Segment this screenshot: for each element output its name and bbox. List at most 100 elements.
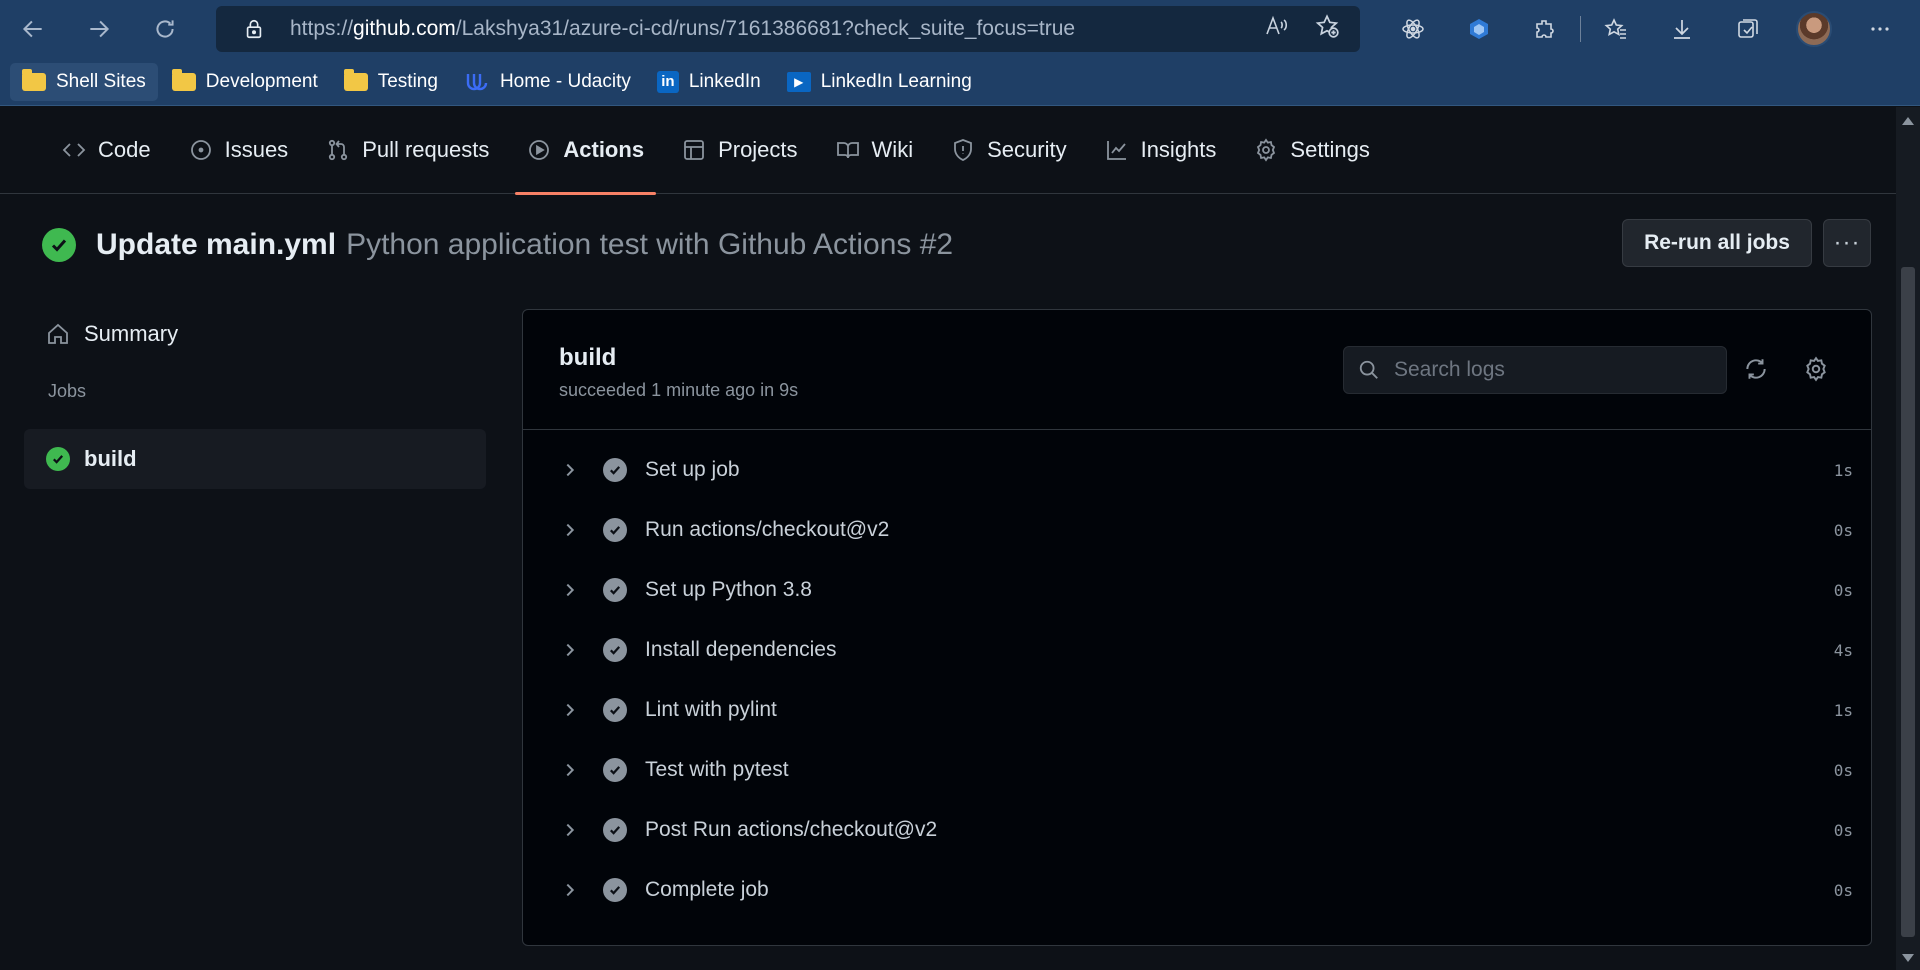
tab-label: Code [98,137,151,162]
step-name: Lint with pylint [645,698,777,721]
bookmark-label: Testing [377,70,438,92]
step-duration: 0s [1833,820,1853,840]
job-item-build[interactable]: build [24,429,486,489]
bookmark-development[interactable]: Development [160,63,330,101]
tab-code[interactable]: Code [50,107,163,194]
step-name: Test with pytest [645,758,789,781]
refresh-logs-icon[interactable] [1741,354,1771,384]
shield-icon [954,139,972,161]
udacity-icon [464,71,490,93]
browser-toolbar: https://github.com/Lakshya31/azure-ci-cd… [0,0,1920,58]
step-success-icon [603,518,627,542]
add-favorite-icon[interactable] [1314,13,1340,45]
downloads-icon[interactable] [1649,0,1715,58]
bookmark-linkedin-learning[interactable]: ▶ LinkedIn Learning [775,63,984,101]
step-row[interactable]: Run actions/checkout@v2 0s [523,500,1871,560]
gear-icon[interactable] [1801,354,1831,384]
run-sidebar: Summary Jobs build [24,307,486,489]
tab-label: Pull requests [362,137,490,162]
chevron-right-icon[interactable] [561,880,581,900]
chevron-right-icon[interactable] [561,820,581,840]
step-duration: 4s [1833,640,1853,660]
page-scrollbar[interactable] [1896,107,1920,970]
step-row[interactable]: Set up job 1s [523,440,1871,500]
bookmark-shell-sites[interactable]: Shell Sites [10,62,158,101]
bookmark-testing[interactable]: Testing [332,63,450,101]
tab-label: Wiki [871,137,914,162]
tab-issues[interactable]: Issues [177,107,301,194]
step-row[interactable]: Install dependencies 4s [523,620,1871,680]
job-label: build [84,446,137,471]
step-success-icon [603,698,627,722]
refresh-button[interactable] [132,0,198,58]
avatar[interactable] [1796,11,1832,47]
tab-label: Insights [1140,137,1217,162]
more-options-button[interactable]: ··· [1823,219,1871,267]
scroll-up-arrow[interactable] [1902,117,1914,125]
chevron-right-icon[interactable] [561,520,581,540]
bookmark-linkedin[interactable]: in LinkedIn [645,63,773,101]
chevron-right-icon[interactable] [561,460,581,480]
step-row[interactable]: Test with pytest 0s [523,740,1871,800]
jobs-heading: Jobs [48,381,87,401]
code-icon [62,143,86,157]
step-row[interactable]: Complete job 0s [523,860,1871,920]
forward-button[interactable] [66,0,132,58]
tab-pull-requests[interactable]: Pull requests [314,107,501,194]
search-logs[interactable] [1343,346,1727,394]
step-list: Set up job 1s Run actions/checkout@v2 0s… [523,430,1871,920]
url-text[interactable]: https://github.com/Lakshya31/azure-ci-cd… [290,17,1075,41]
step-row[interactable]: Post Run actions/checkout@v2 0s [523,800,1871,860]
lock-icon[interactable] [244,17,264,41]
address-bar[interactable]: https://github.com/Lakshya31/azure-ci-cd… [216,6,1360,52]
home-icon [48,323,68,344]
scroll-thumb[interactable] [1901,267,1915,937]
profile-avatar[interactable] [1781,0,1847,58]
search-icon [1359,360,1378,379]
linkedin-icon: in [656,70,679,93]
collections-icon[interactable] [1715,0,1781,58]
tab-label: Security [987,137,1067,162]
extension-cube-icon[interactable] [1446,0,1512,58]
extensions-icon[interactable] [1512,0,1578,58]
step-name: Set up job [645,458,740,481]
bookmarks-bar: Shell Sites Development Testing Home - U… [0,58,1920,106]
job-name: build [559,344,617,371]
chevron-right-icon[interactable] [561,580,581,600]
read-aloud-icon[interactable] [1264,14,1288,44]
bookmark-label: LinkedIn [688,70,761,92]
step-duration: 0s [1833,760,1853,780]
bookmark-home-udacity[interactable]: Home - Udacity [452,63,643,101]
step-row[interactable]: Lint with pylint 1s [523,680,1871,740]
bookmark-label: Development [205,70,318,92]
bookmark-label: Shell Sites [56,70,146,92]
step-success-icon [603,758,627,782]
tab-insights[interactable]: Insights [1093,107,1229,194]
run-title: Update main.yml [96,228,337,261]
run-header: Update main.yml Python application test … [42,220,953,270]
tab-settings[interactable]: Settings [1242,107,1382,194]
more-menu-icon[interactable] [1847,0,1913,58]
workflow-name[interactable]: Python application test with Github Acti… [346,228,953,262]
step-duration: 0s [1833,880,1853,900]
react-devtools-icon[interactable] [1380,0,1446,58]
chevron-right-icon[interactable] [561,760,581,780]
tab-actions[interactable]: Actions [515,107,656,195]
tab-security[interactable]: Security [939,107,1078,194]
job-status: succeeded 1 minute ago in 9s [559,380,799,400]
chevron-right-icon[interactable] [561,640,581,660]
search-logs-input[interactable] [1394,358,1714,382]
rerun-all-jobs-button[interactable]: Re-run all jobs [1622,219,1812,267]
chevron-right-icon[interactable] [561,700,581,720]
scroll-down-arrow[interactable] [1902,954,1914,962]
tab-wiki[interactable]: Wiki [824,107,926,194]
summary-link[interactable]: Summary [24,307,486,361]
step-success-icon [603,638,627,662]
back-button[interactable] [0,0,66,58]
graph-icon [1106,141,1126,160]
tab-projects[interactable]: Projects [670,107,809,194]
favorites-icon[interactable] [1583,0,1649,58]
folder-icon [171,68,196,91]
step-row[interactable]: Set up Python 3.8 0s [523,560,1871,620]
step-success-icon [603,818,627,842]
